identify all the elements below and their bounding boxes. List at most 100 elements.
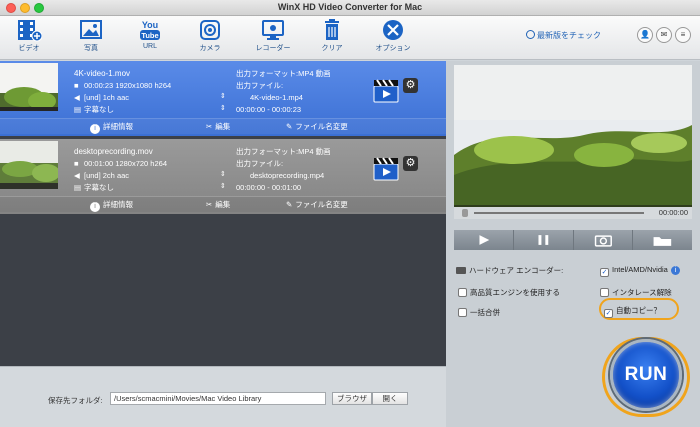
camera-icon: [200, 20, 220, 40]
browse-button[interactable]: ブラウザ: [332, 392, 372, 405]
add-photo-button[interactable]: 写真: [68, 18, 114, 58]
target-format-icon[interactable]: [372, 77, 400, 103]
edit-button[interactable]: ✂ 編集: [206, 121, 230, 132]
user-icon: 👤: [640, 30, 650, 39]
camera-label: カメラ: [199, 45, 221, 52]
add-video-button[interactable]: ビデオ: [6, 18, 52, 58]
audio-dropdown-arrow[interactable]: ⇕: [220, 92, 226, 100]
output-file-label: 出力ファイル:: [236, 81, 284, 90]
output-format: 出力フォーマット:MP4 動画: [236, 147, 331, 156]
pause-button[interactable]: [514, 230, 574, 250]
settings-gear-icon[interactable]: ⚙: [403, 78, 418, 93]
speaker-icon: ◀: [74, 93, 80, 102]
audio-info: [und] 1ch aac: [84, 93, 130, 102]
subtitle-dropdown-arrow[interactable]: ⇕: [220, 104, 226, 112]
photo-icon: [80, 20, 102, 39]
save-folder-input[interactable]: [110, 392, 326, 405]
info-icon: i: [90, 202, 100, 212]
folder-icon: [653, 237, 672, 246]
high-quality-engine-checkbox[interactable]: 高品質エンジンを使用する: [458, 287, 560, 298]
photo-label: 写真: [84, 45, 98, 52]
rename-icon: ✎: [286, 200, 293, 209]
youtube-icon-top: You: [142, 20, 158, 30]
film-icon: ■: [74, 81, 79, 90]
checkbox-unchecked[interactable]: [458, 288, 467, 297]
trash-icon: [325, 19, 339, 40]
url-label: URL: [142, 43, 157, 50]
playback-timeline[interactable]: 00:00:00: [454, 207, 692, 219]
open-snapshot-folder-button[interactable]: [633, 230, 692, 250]
snapshot-button[interactable]: [574, 230, 634, 250]
rename-label: ファイル名変更: [295, 122, 348, 131]
video-film-icon: [18, 20, 42, 42]
video-label: ビデオ: [18, 45, 40, 52]
output-format: 出力フォーマット:MP4 動画: [236, 69, 331, 78]
youtube-icon-bottom: Tube: [141, 31, 158, 40]
timeline-handle[interactable]: [462, 209, 468, 217]
hw-encoder-row: ハードウェア エンコーダー:: [456, 265, 563, 276]
settings-gear-icon[interactable]: ⚙: [403, 156, 418, 171]
file-name: desktoprecording.mov: [74, 147, 153, 156]
audio-dropdown-arrow[interactable]: ⇕: [220, 170, 226, 178]
open-folder-button[interactable]: 開く: [372, 392, 408, 405]
file-item-2[interactable]: desktoprecording.mov ■ 00:01:00 1280x720 …: [0, 139, 446, 214]
time-range: 00:00:00 - 00:01:00: [236, 183, 302, 192]
file-actions: i 詳細情報 ✂ 編集 ✎ ファイル名変更: [0, 196, 446, 212]
deinterlace-checkbox[interactable]: インタレース解除: [600, 287, 672, 298]
target-format-icon[interactable]: [372, 155, 400, 181]
check-update-link[interactable]: 最新版をチェック: [526, 30, 601, 41]
file-actions: i 詳細情報 ✂ 編集 ✎ ファイル名変更: [0, 118, 446, 134]
video-preview: [454, 65, 692, 219]
preview-time: 00:00:00: [658, 208, 688, 217]
detail-info-label: 詳細情報: [103, 200, 133, 209]
menu-button[interactable]: ≡: [675, 27, 691, 43]
camera-button[interactable]: カメラ: [187, 18, 233, 58]
url-download-button[interactable]: You Tube URL: [127, 18, 173, 58]
mail-button[interactable]: ✉: [656, 27, 672, 43]
rename-button[interactable]: ✎ ファイル名変更: [286, 121, 348, 132]
pause-icon: [538, 235, 549, 245]
recorder-button[interactable]: レコーダー: [250, 18, 296, 58]
run-button[interactable]: RUN: [610, 339, 682, 411]
checkbox-unchecked[interactable]: [600, 288, 609, 297]
output-file-label: 出力ファイル:: [236, 159, 284, 168]
detail-info-button[interactable]: i 詳細情報: [90, 199, 133, 212]
youtube-icon: You Tube: [140, 20, 160, 40]
clear-label: クリア: [321, 45, 343, 52]
screen-recorder-icon: [262, 20, 284, 40]
subtitle-dropdown-arrow[interactable]: ⇕: [220, 182, 226, 190]
merge-checkbox[interactable]: 一括合併: [458, 307, 500, 318]
info-icon: i: [90, 124, 100, 134]
timeline-track[interactable]: [474, 212, 644, 214]
speaker-icon: ◀: [74, 171, 80, 180]
window-title: WinX HD Video Converter for Mac: [277, 2, 423, 12]
checkbox-unchecked[interactable]: [458, 308, 467, 317]
rename-button[interactable]: ✎ ファイル名変更: [286, 199, 348, 210]
file-item-1[interactable]: 4K-video-1.mov ■ 00:00:23 1920x1080 h264 …: [0, 61, 446, 136]
clear-button[interactable]: クリア: [309, 18, 355, 58]
time-range: 00:00:00 - 00:00:23: [236, 105, 302, 114]
edit-button[interactable]: ✂ 編集: [206, 199, 230, 210]
checkbox-checked[interactable]: ✓: [600, 268, 609, 277]
help-icon[interactable]: i: [670, 266, 680, 275]
high-quality-label: 高品質エンジンを使用する: [470, 288, 560, 297]
file-name: 4K-video-1.mov: [74, 69, 131, 78]
checkbox-checked[interactable]: ✓: [604, 309, 613, 318]
options-button[interactable]: オプション: [370, 18, 416, 58]
snapshot-camera-icon: [594, 235, 612, 247]
edit-label: 編集: [215, 200, 231, 209]
auto-copy-checkbox[interactable]: ✓ 自動コピー？: [604, 305, 661, 318]
mail-icon: ✉: [660, 30, 668, 39]
duration-info: 00:00:23 1920x1080 h264: [84, 81, 172, 90]
play-button[interactable]: [454, 230, 514, 250]
deinterlace-label: インタレース解除: [612, 288, 672, 297]
subtitle-info: 字幕なし: [84, 105, 114, 114]
right-panel: 00:00:00 ハードウェア エンコーダー: ✓ Intel/AMD/Nvidi…: [446, 61, 700, 427]
intel-amd-nvidia-checkbox[interactable]: ✓ Intel/AMD/Nvidia i: [600, 265, 680, 277]
recorder-label: レコーダー: [255, 45, 291, 52]
play-icon: [479, 235, 490, 245]
subtitle-info: 字幕なし: [84, 183, 114, 192]
account-button[interactable]: 👤: [637, 27, 653, 43]
subtitle-icon: ▤: [74, 105, 82, 114]
detail-info-button[interactable]: i 詳細情報: [90, 121, 133, 134]
